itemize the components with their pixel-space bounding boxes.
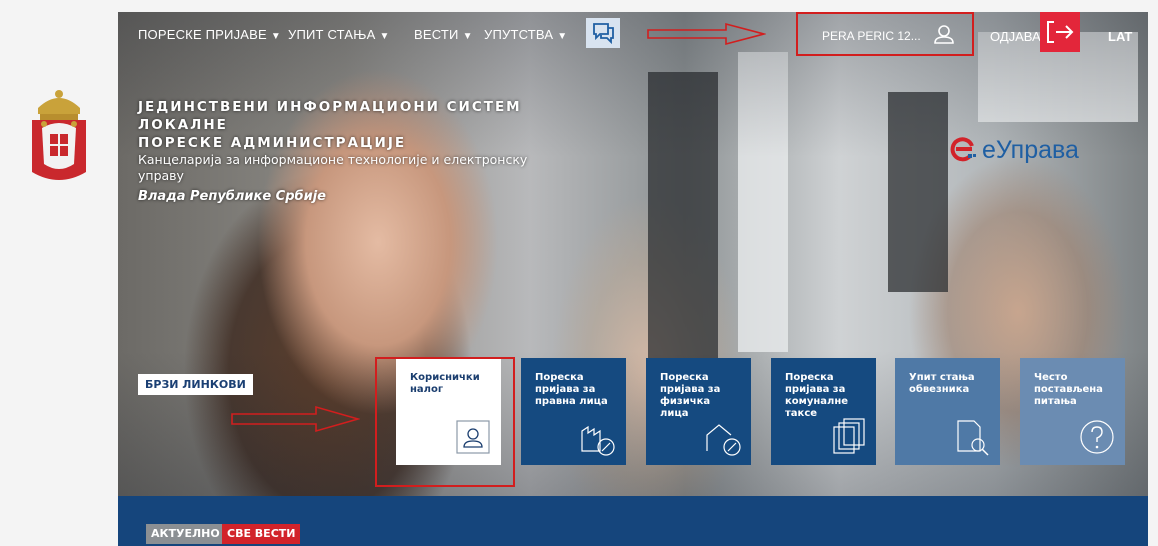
tab-all-news[interactable]: СВЕ ВЕСТИ [222,524,301,544]
document-search-icon [957,420,989,456]
factory-percent-icon [581,425,615,456]
tile-natural-persons[interactable]: Пореска пријава за физичка лица [646,358,751,465]
logout-button[interactable] [1040,12,1080,52]
tab-current-news[interactable]: АКТУЕЛНО [146,524,225,544]
page-title: ЈЕДИНСТВЕНИ ИНФОРМАЦИОНИ СИСТЕМ ЛОКАЛНЕ … [138,99,522,151]
nav-poreske-prijave[interactable]: ПОРЕСКЕ ПРИЈАВЕ ▼ [138,27,281,42]
tile-taxpayer-status[interactable]: Упит стања обвезника [895,358,1000,465]
question-icon [1080,420,1114,454]
user-name[interactable]: PERA PERIC 12... [822,29,921,43]
nav-uputstva[interactable]: УПУТСТВА ▼ [484,27,567,42]
logout-link[interactable]: ОДЈАВА [990,29,1041,44]
chat-button[interactable] [586,18,620,48]
language-switch[interactable]: LAT [1108,29,1132,44]
logout-icon [1047,21,1074,43]
tile-communal-fees[interactable]: Пореска пријава за комуналне таксе [771,358,876,465]
chevron-down-icon: ▼ [557,31,568,42]
user-account-highlight-box [375,357,515,487]
documents-icon [833,418,865,454]
serbia-coat-of-arms-icon [32,90,86,180]
euprava-logo[interactable]: еУправа [948,134,1079,168]
chevron-down-icon: ▼ [270,31,282,42]
tile-legal-entities[interactable]: Пореска пријава за правна лица [521,358,626,465]
top-navigation: ПОРЕСКЕ ПРИЈАВЕ ▼ УПИТ СТАЊА ▼ ВЕСТИ ▼ УПУТ… [118,12,1148,56]
office-subtitle: Канцеларија за информационе технологије … [138,152,528,183]
chat-bubbles-icon [593,23,614,45]
nav-upit-stanja[interactable]: УПИТ СТАЊА ▼ [288,27,390,42]
tile-faq[interactable]: Често постављена питања [1020,358,1125,465]
nav-vesti[interactable]: ВЕСТИ ▼ [414,27,473,42]
chevron-down-icon: ▼ [379,31,390,42]
user-icon[interactable] [932,22,956,46]
quick-links-label: БРЗИ ЛИНКОВИ [138,374,253,395]
chevron-down-icon: ▼ [462,31,473,42]
house-percent-icon [706,424,741,456]
government-label: Влада Републике Србије [138,189,326,204]
euprava-logo-icon [950,137,976,162]
